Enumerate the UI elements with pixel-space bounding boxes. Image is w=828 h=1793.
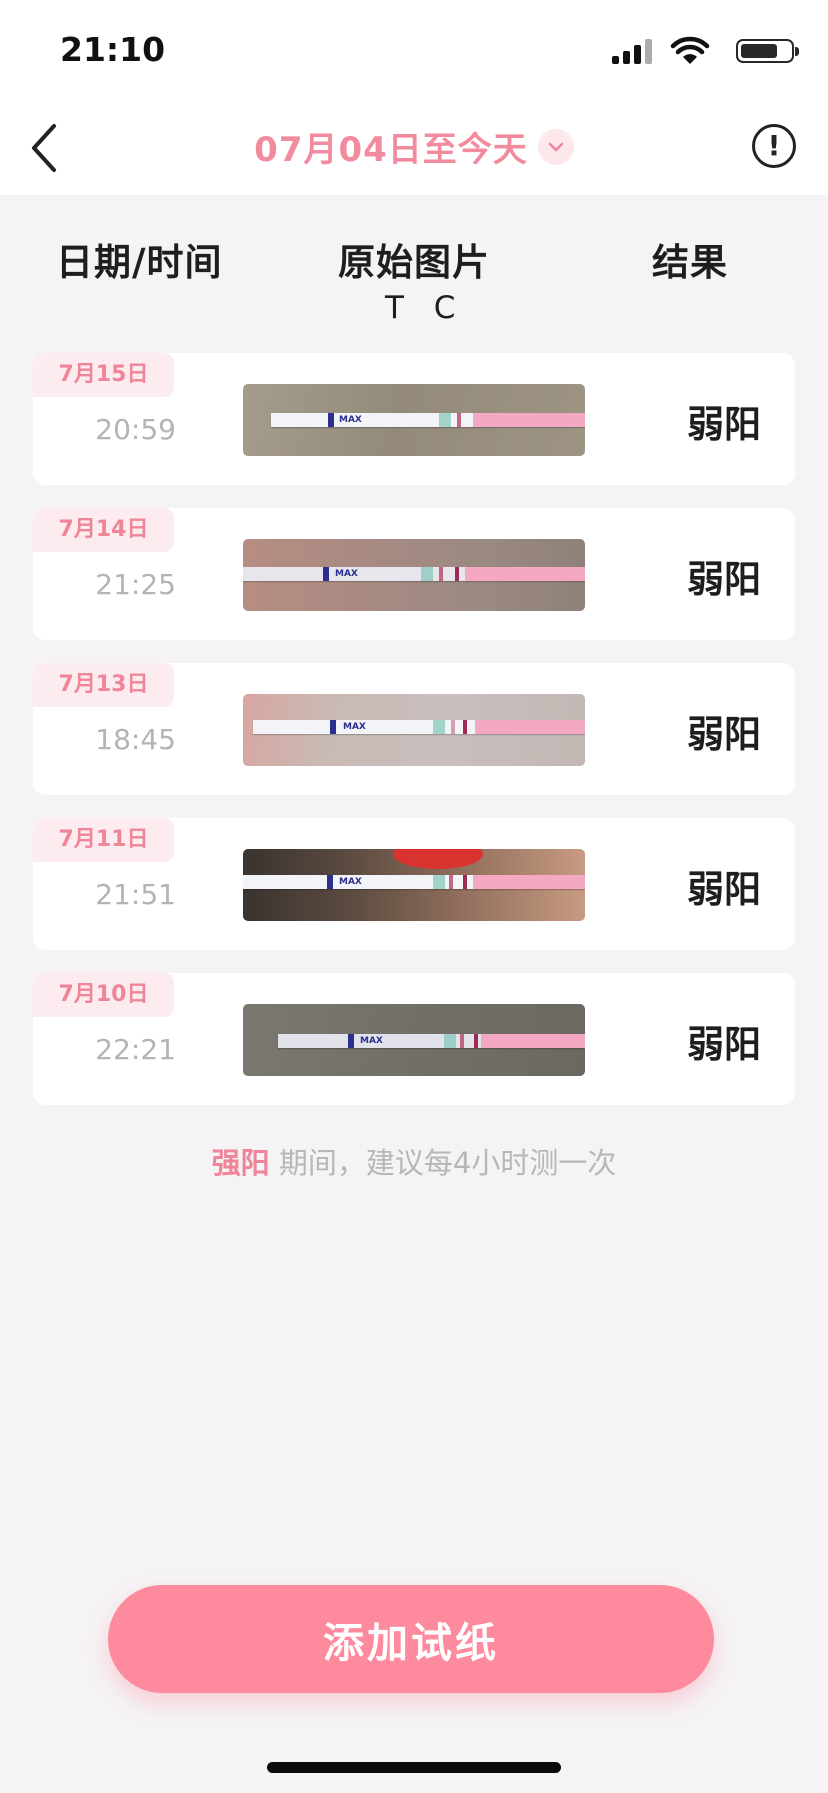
test-strip-photo[interactable]: MAX: [243, 694, 585, 766]
tip-text: 期间，建议每4小时测一次: [269, 1146, 617, 1180]
chevron-down-icon: [537, 128, 574, 165]
list-item[interactable]: 7月13日 18:45 MAX 弱阳: [33, 663, 795, 795]
battery-icon: [736, 39, 799, 63]
column-header-result: 结果: [652, 241, 728, 284]
list-item[interactable]: 7月11日 21:51 MAX 弱阳: [33, 818, 795, 950]
test-strip-photo[interactable]: MAX: [243, 384, 585, 456]
test-strip-photo[interactable]: MAX: [243, 849, 585, 921]
time-text: 18:45: [95, 723, 176, 756]
time-text: 21:51: [95, 878, 176, 911]
result-text: 弱阳: [687, 868, 761, 911]
home-indicator: [267, 1762, 561, 1773]
result-text: 弱阳: [687, 713, 761, 756]
list-item[interactable]: 7月15日 20:59 MAX 弱阳: [33, 353, 795, 485]
testing-tip: 强阳 期间，建议每4小时测一次: [0, 1140, 828, 1182]
result-text: 弱阳: [687, 1023, 761, 1066]
wifi-icon: [670, 36, 710, 64]
tip-accent: 强阳: [211, 1146, 270, 1180]
date-tag: 7月15日: [33, 353, 174, 397]
date-tag: 7月10日: [33, 973, 174, 1017]
column-header-date: 日期/时间: [56, 241, 223, 284]
column-subheader-tc: T C: [385, 290, 466, 326]
cellular-signal-icon: [612, 36, 654, 64]
date-range-label: 07月04日至今天: [254, 130, 528, 170]
time-text: 20:59: [95, 413, 176, 446]
date-tag: 7月13日: [33, 663, 174, 707]
date-tag: 7月14日: [33, 508, 174, 552]
date-range-selector[interactable]: 07月04日至今天: [0, 122, 828, 171]
date-tag: 7月11日: [33, 818, 174, 862]
result-text: 弱阳: [687, 403, 761, 446]
result-text: 弱阳: [687, 558, 761, 601]
nav-bar: 07月04日至今天 !: [0, 100, 828, 195]
record-list: 7月15日 20:59 MAX 弱阳 7月14日 21:25 MAX 弱阳 7月…: [33, 353, 795, 1128]
column-header-image: 原始图片: [338, 241, 490, 284]
time-text: 21:25: [95, 568, 176, 601]
test-strip-photo[interactable]: MAX: [243, 539, 585, 611]
time-text: 22:21: [95, 1033, 176, 1066]
list-item[interactable]: 7月14日 21:25 MAX 弱阳: [33, 508, 795, 640]
list-item[interactable]: 7月10日 22:21 MAX 弱阳: [33, 973, 795, 1105]
status-bar: 21:10: [0, 0, 828, 100]
exclamation-circle-icon[interactable]: !: [752, 124, 796, 168]
test-strip-photo[interactable]: MAX: [243, 1004, 585, 1076]
battery-level: [741, 44, 777, 58]
add-test-strip-button[interactable]: 添加试纸: [108, 1585, 714, 1693]
status-time: 21:10: [60, 30, 166, 69]
